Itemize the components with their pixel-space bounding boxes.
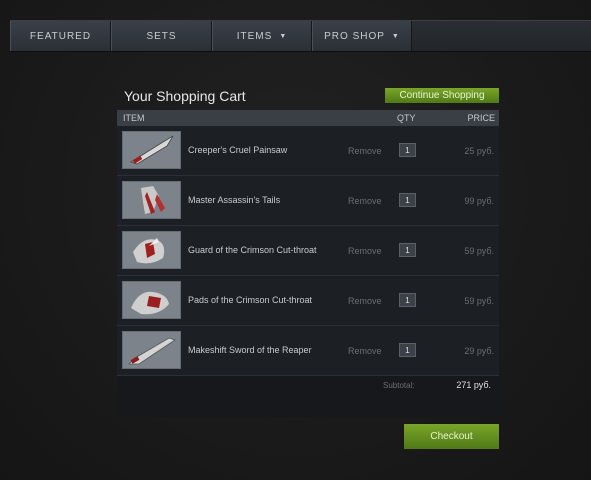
quantity-field[interactable]: 1 (399, 193, 416, 207)
nav-tab-label: SETS (146, 30, 177, 42)
item-name[interactable]: Pads of the Crimson Cut-throat (188, 295, 312, 305)
chevron-down-icon: ▼ (279, 32, 288, 40)
remove-link[interactable]: Remove (348, 246, 382, 256)
remove-link[interactable]: Remove (348, 196, 382, 206)
remove-link[interactable]: Remove (348, 346, 382, 356)
pads-icon[interactable] (122, 281, 181, 319)
nav-tab-label: ITEMS (236, 30, 273, 42)
guard-icon[interactable] (122, 231, 181, 269)
item-name[interactable]: Makeshift Sword of the Reaper (188, 345, 312, 355)
chevron-down-icon: ▼ (391, 32, 400, 40)
nav-tab-label: PRO SHOP (324, 30, 385, 42)
nav-tab-featured[interactable]: FEATURED (10, 21, 111, 51)
cart-row: Makeshift Sword of the Reaper Remove 1 2… (117, 326, 499, 376)
remove-link[interactable]: Remove (348, 296, 382, 306)
item-price: 25 руб. (464, 146, 494, 156)
cart-row: Creeper's Cruel Painsaw Remove 1 25 руб. (117, 126, 499, 176)
item-name[interactable]: Master Assassin's Tails (188, 195, 280, 205)
column-header-qty: QTY (397, 113, 416, 123)
item-price: 59 руб. (464, 246, 494, 256)
item-name[interactable]: Guard of the Crimson Cut-throat (188, 245, 317, 255)
subtotal-value: 271 руб. (456, 380, 491, 390)
quantity-field[interactable]: 1 (399, 143, 416, 157)
item-price: 29 руб. (464, 346, 494, 356)
nav-tab-items[interactable]: ITEMS ▼ (212, 21, 312, 51)
subtotal-row: Subtotal: 271 руб. (117, 376, 499, 396)
quantity-field[interactable]: 1 (399, 243, 416, 257)
column-header-price: PRICE (467, 113, 495, 123)
cart-row: Master Assassin's Tails Remove 1 99 руб. (117, 176, 499, 226)
item-name[interactable]: Creeper's Cruel Painsaw (188, 145, 287, 155)
quantity-field[interactable]: 1 (399, 343, 416, 357)
nav-spacer (412, 21, 591, 51)
remove-link[interactable]: Remove (348, 146, 382, 156)
cart-header-row: ITEM QTY PRICE (117, 110, 499, 126)
column-header-item: ITEM (123, 113, 145, 123)
item-price: 99 руб. (464, 196, 494, 206)
continue-shopping-button[interactable]: Continue Shopping (385, 88, 499, 103)
cart-table: ITEM QTY PRICE Creeper's Cruel Painsaw R… (117, 110, 499, 417)
quantity-field[interactable]: 1 (399, 293, 416, 307)
tails-icon[interactable] (122, 181, 181, 219)
nav-tab-label: FEATURED (29, 30, 92, 42)
top-nav-bar: FEATURED SETS ITEMS ▼ PRO SHOP ▼ (10, 20, 591, 52)
nav-tab-sets[interactable]: SETS (111, 21, 212, 51)
cart-row: Pads of the Crimson Cut-throat Remove 1 … (117, 276, 499, 326)
nav-tab-pro-shop[interactable]: PRO SHOP ▼ (312, 21, 412, 51)
subtotal-label: Subtotal: (383, 381, 415, 390)
checkout-button[interactable]: Checkout (404, 424, 499, 449)
painsaw-icon[interactable] (122, 131, 181, 169)
item-price: 59 руб. (464, 296, 494, 306)
page-title: Your Shopping Cart (124, 88, 246, 104)
cart-row: Guard of the Crimson Cut-throat Remove 1… (117, 226, 499, 276)
sword-icon[interactable] (122, 331, 181, 369)
